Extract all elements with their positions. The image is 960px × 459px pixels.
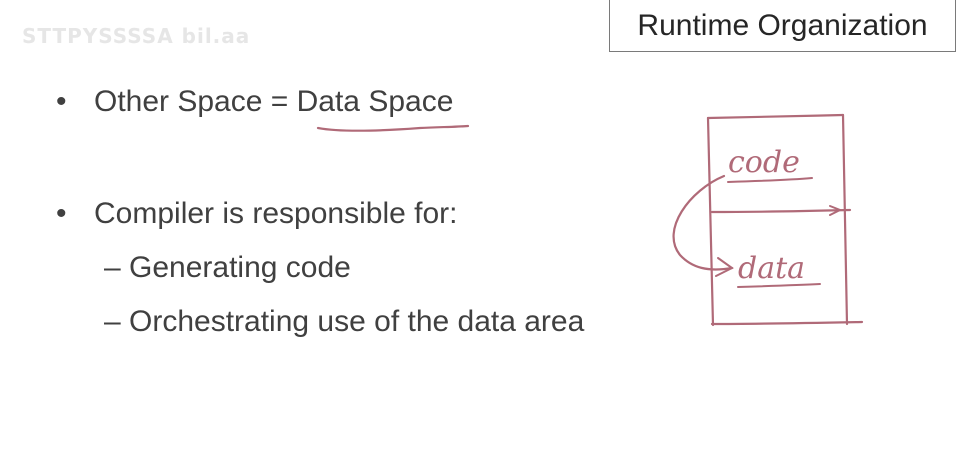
bullet-other-space: Other Space = Data Space bbox=[56, 84, 453, 120]
bullet-compiler-responsible: Compiler is responsible for: bbox=[56, 196, 457, 232]
slide-title: Runtime Organization bbox=[637, 8, 928, 42]
code-to-data-arrow-head bbox=[715, 257, 734, 277]
memory-box-right-edge bbox=[841, 113, 849, 326]
memory-box-left-edge bbox=[706, 116, 715, 327]
sub-bullet-generating-code: – Generating code bbox=[104, 251, 351, 284]
code-label: code bbox=[728, 145, 800, 180]
title-box: Runtime Organization bbox=[609, 0, 956, 52]
code-to-data-arrow bbox=[672, 174, 734, 271]
memory-box-bottom-edge bbox=[710, 320, 864, 326]
data-space-underline bbox=[316, 124, 470, 132]
data-underline bbox=[737, 283, 821, 288]
slide: STTPYSSSSA bil.aa Runtime Organization O… bbox=[0, 0, 960, 459]
watermark: STTPYSSSSA bil.aa bbox=[22, 24, 251, 48]
sub-bullet-orchestrating-data: – Orchestrating use of the data area bbox=[104, 305, 585, 338]
data-label: data bbox=[738, 251, 805, 286]
code-underline bbox=[727, 177, 813, 183]
divider-arrow-head bbox=[829, 205, 843, 216]
memory-box-divider bbox=[710, 208, 852, 214]
memory-box-top-edge bbox=[706, 113, 845, 120]
